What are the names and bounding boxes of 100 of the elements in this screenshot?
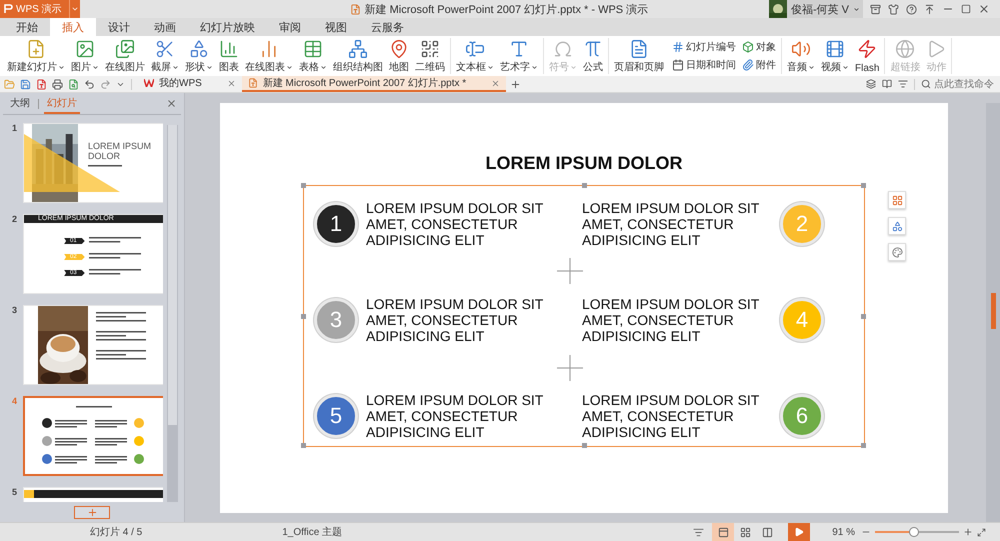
theme-name: 1_Office 主题 — [282, 526, 342, 539]
ribbon-button[interactable]: 在线图表 — [242, 38, 296, 74]
ribbon-button[interactable]: 地图 — [386, 38, 412, 74]
fit-icon[interactable] — [977, 528, 986, 536]
resize-handle[interactable] — [861, 443, 866, 448]
resize-handle[interactable] — [861, 183, 866, 188]
text-lines-drawing — [88, 164, 122, 169]
number-circle: 2 — [780, 202, 824, 246]
pdf-icon[interactable] — [36, 78, 47, 90]
shirt-icon[interactable] — [888, 4, 899, 14]
close-icon[interactable] — [166, 98, 177, 109]
menu-tab[interactable]: 开始 — [4, 18, 50, 36]
menu-tab[interactable]: 审阅 — [267, 18, 313, 36]
upload-icon[interactable] — [924, 4, 935, 14]
slide-thumbnail[interactable]: LOREM IPSUM DOLOR — [23, 123, 163, 203]
ribbon-button[interactable]: 幻灯片编号 — [669, 40, 739, 54]
ribbon-button[interactable]: 日期和时间 — [669, 58, 739, 72]
ribbon-button[interactable]: 艺术字 — [497, 38, 541, 74]
ribbon-button[interactable]: 文本框 — [453, 38, 497, 74]
ribbon-button[interactable]: 组织结构图 — [330, 38, 386, 74]
ribbon-button[interactable]: 截屏 — [148, 38, 182, 74]
number-circle: 5 — [314, 394, 358, 438]
normal-view-button[interactable] — [712, 523, 734, 541]
zoom-in-icon[interactable] — [963, 527, 973, 537]
print-icon[interactable] — [52, 78, 63, 90]
ribbon-button[interactable]: 附件 — [739, 58, 779, 72]
table-icon — [303, 39, 323, 59]
maximize-icon[interactable] — [961, 4, 971, 14]
ribbon-button[interactable]: Flash — [852, 38, 882, 74]
caret-icon — [70, 5, 79, 13]
item-text: LOREM IPSUM DOLOR SIT AMET, CONSECTETUR ADIPISICING ELIT — [582, 200, 760, 248]
help-icon[interactable] — [906, 4, 917, 14]
book-icon[interactable] — [882, 79, 892, 89]
menu-tab[interactable]: 设计 — [96, 18, 142, 36]
scrollbar[interactable] — [167, 125, 178, 502]
caret-icon — [286, 64, 293, 70]
resize-handle[interactable] — [301, 314, 306, 319]
plus-icon — [557, 355, 583, 381]
ribbon-button[interactable]: 图表 — [216, 38, 242, 74]
ribbon-button[interactable]: 页眉和页脚 — [611, 38, 667, 74]
letter-icon — [509, 39, 529, 59]
ribbon-button[interactable]: 图片 — [68, 38, 102, 74]
command-search-field[interactable]: 点此查找命令 — [914, 78, 1000, 90]
resize-handle[interactable] — [301, 443, 306, 448]
add-slide-button[interactable] — [74, 506, 110, 518]
ribbon-button[interactable]: 新建幻灯片 — [4, 38, 68, 74]
ribbon-button[interactable]: 表格 — [296, 38, 330, 74]
shape-button[interactable] — [888, 217, 906, 235]
scrollbar[interactable] — [986, 103, 1000, 522]
undo-icon[interactable] — [84, 78, 95, 90]
close-icon[interactable] — [978, 3, 990, 15]
slide-thumbnail[interactable] — [23, 396, 163, 476]
menu-tab[interactable]: 动画 — [142, 18, 188, 36]
document-tab[interactable]: 新建 Microsoft PowerPoint 2007 幻灯片.pptx * — [242, 76, 506, 92]
panel-tab[interactable]: 大纲 — [7, 93, 33, 114]
layout-button[interactable] — [888, 191, 906, 209]
number-circle: 4 — [780, 298, 824, 342]
image-icon — [75, 39, 95, 59]
resize-handle[interactable] — [301, 183, 306, 188]
ribbon-button[interactable]: 对象 — [739, 40, 779, 54]
slider-thumb[interactable] — [908, 527, 919, 537]
menu-tab[interactable]: 视图 — [313, 18, 359, 36]
resize-handle[interactable] — [582, 183, 587, 188]
menu-tab[interactable]: 插入 — [50, 18, 96, 36]
slide-counter: 幻灯片 4 / 5 — [90, 526, 142, 539]
menu-tab[interactable]: 云服务 — [359, 18, 416, 36]
palette-button[interactable] — [888, 243, 906, 261]
images-icon — [115, 39, 135, 59]
menu-tab[interactable]: 幻灯片放映 — [188, 18, 267, 36]
close-icon[interactable] — [491, 78, 500, 88]
resize-handle[interactable] — [861, 314, 866, 319]
tool-icon[interactable] — [866, 79, 876, 89]
number-circle: 6 — [780, 394, 824, 438]
ribbon-button[interactable]: 公式 — [580, 38, 606, 74]
calendar-icon — [672, 59, 684, 71]
preview-icon[interactable] — [68, 78, 79, 90]
slideshow-button[interactable] — [788, 523, 810, 541]
object-icon — [742, 41, 754, 53]
resize-handle[interactable] — [582, 443, 587, 448]
ribbon-button[interactable]: 在线图片 — [102, 38, 148, 74]
new-tab-icon[interactable] — [510, 78, 522, 90]
box-icon[interactable] — [870, 4, 881, 14]
ribbon-button[interactable]: 音频 — [784, 38, 818, 74]
save-icon[interactable] — [20, 78, 31, 90]
ribbon-button[interactable]: 形状 — [182, 38, 216, 74]
selection-frame[interactable] — [303, 185, 865, 447]
ribbon-button[interactable]: 二维码 — [412, 38, 448, 74]
redo-icon[interactable] — [100, 78, 111, 90]
caret-icon — [570, 64, 577, 70]
paperclip-icon — [742, 59, 754, 71]
notes-icon[interactable] — [693, 526, 704, 538]
filter-icon[interactable] — [898, 79, 908, 89]
logo-icon — [4, 4, 13, 14]
text-lines-drawing — [88, 269, 141, 277]
scissors-icon — [155, 39, 175, 59]
close-icon[interactable] — [226, 78, 236, 88]
caret-icon — [808, 64, 815, 70]
zoom-value: 91 % — [832, 526, 855, 538]
ribbon-button[interactable]: 视频 — [818, 38, 852, 74]
document-tab[interactable]: 我的WPS — [138, 76, 242, 92]
